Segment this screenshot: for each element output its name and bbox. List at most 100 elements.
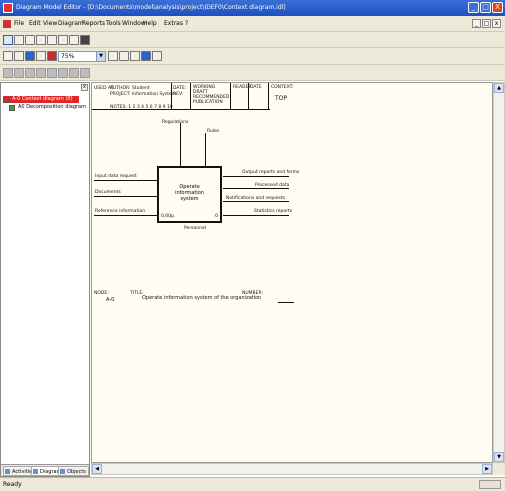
menu-edit[interactable]: Edit bbox=[29, 20, 41, 27]
text-tool-icon[interactable] bbox=[47, 35, 57, 45]
vertical-scrollbar[interactable]: ▲ ▼ bbox=[493, 82, 505, 463]
context-label: CONTEXT: bbox=[271, 85, 294, 90]
align-middle-icon[interactable] bbox=[47, 68, 57, 78]
node-value: A-0 bbox=[106, 297, 115, 303]
scroll-down-icon[interactable]: ▼ bbox=[494, 452, 504, 462]
project-label: PROJECT: Information System bbox=[110, 92, 177, 97]
arrow-tool-icon[interactable] bbox=[25, 35, 35, 45]
zoom-combo-value: 75% bbox=[61, 53, 75, 60]
output-label-3: Notifications and requests bbox=[226, 196, 285, 201]
tree-item-context[interactable]: A-0 Context diagram (0) bbox=[3, 96, 79, 103]
model-mart-icon[interactable] bbox=[130, 51, 140, 61]
menu-extras[interactable]: Extras bbox=[164, 20, 183, 27]
pointer-tool-icon[interactable] bbox=[3, 35, 13, 45]
title-bar: Diagram Model Editor - [D:\Documents\mod… bbox=[0, 0, 505, 16]
output-arrow-3 bbox=[223, 201, 289, 202]
activity-name-line3: system bbox=[180, 196, 199, 202]
scroll-right-icon[interactable]: ▶ bbox=[482, 464, 492, 474]
date2-label: DATE bbox=[250, 85, 262, 90]
menu-reports[interactable]: Reports bbox=[82, 20, 105, 27]
scroll-left-icon[interactable]: ◀ bbox=[92, 464, 102, 474]
control-arrow-2 bbox=[205, 133, 206, 166]
help-icon[interactable] bbox=[141, 51, 151, 61]
explorer-tabs: Activities Diagrams Objects bbox=[1, 464, 89, 476]
print-icon[interactable] bbox=[36, 51, 46, 61]
align-center-icon[interactable] bbox=[14, 68, 24, 78]
tools-toolbar bbox=[0, 32, 505, 48]
context-top: TOP bbox=[275, 95, 288, 102]
menu-bar: File Edit View Diagram Reports Tools Win… bbox=[0, 16, 505, 32]
menu-view[interactable]: View bbox=[43, 20, 57, 27]
standard-toolbar: 75% ▼ bbox=[0, 48, 505, 65]
input-arrow-1 bbox=[94, 180, 157, 181]
chevron-down-icon[interactable]: ▼ bbox=[96, 52, 105, 61]
number-label: NUMBER: bbox=[242, 291, 263, 296]
input-label-2: Documents bbox=[95, 190, 121, 195]
diagrams-icon bbox=[33, 469, 38, 474]
align-top-icon[interactable] bbox=[36, 68, 46, 78]
new-icon[interactable] bbox=[3, 51, 13, 61]
activity-box[interactable]: Operate information system 0 0,00р. bbox=[157, 166, 222, 223]
output-label-4: Statistics reports bbox=[254, 209, 293, 214]
output-arrow-2 bbox=[223, 188, 289, 189]
minimize-button[interactable]: _ bbox=[468, 2, 479, 13]
same-height-icon[interactable] bbox=[80, 68, 90, 78]
align-right-icon[interactable] bbox=[25, 68, 35, 78]
alignment-toolbar bbox=[0, 65, 505, 81]
diagram-icon bbox=[9, 105, 15, 111]
tab-label: Objects bbox=[67, 469, 86, 475]
report-icon[interactable] bbox=[152, 51, 162, 61]
node-label: NODE: bbox=[94, 291, 109, 296]
input-arrow-2 bbox=[94, 196, 157, 197]
control-label-1: Regulations bbox=[162, 120, 189, 125]
status-publication: PUBLICATION bbox=[193, 100, 223, 105]
zoom-combo[interactable]: 75% ▼ bbox=[58, 51, 106, 62]
activities-icon bbox=[5, 469, 10, 474]
close-button[interactable]: X bbox=[492, 2, 503, 13]
align-bottom-icon[interactable] bbox=[58, 68, 68, 78]
status-bar: Ready bbox=[0, 477, 505, 491]
align-left-icon[interactable] bbox=[3, 68, 13, 78]
activity-cost: 0,00р. bbox=[161, 214, 176, 219]
maximize-button[interactable]: □ bbox=[480, 2, 491, 13]
zoom-in-icon[interactable] bbox=[108, 51, 118, 61]
input-label-3: Reference information bbox=[95, 209, 146, 214]
model-explorer-icon[interactable] bbox=[47, 51, 57, 61]
menu-question[interactable]: ? bbox=[185, 20, 188, 27]
tree-item-decomposition[interactable]: A0 Decomposition diagram bbox=[9, 104, 86, 111]
scroll-corner bbox=[493, 463, 505, 475]
save-icon[interactable] bbox=[25, 51, 35, 61]
diagram-navigator-icon[interactable] bbox=[69, 35, 79, 45]
output-label-2: Processed data bbox=[255, 183, 290, 188]
tree-item-label: A-0 Context diagram (0) bbox=[12, 96, 73, 102]
diagram-canvas[interactable]: USED AT: AUTHOR: Student PROJECT: Inform… bbox=[91, 82, 493, 463]
tab-objects[interactable]: Objects bbox=[58, 466, 89, 476]
off-page-reference-icon[interactable] bbox=[58, 35, 68, 45]
go-to-child-icon[interactable] bbox=[80, 35, 90, 45]
control-arrow-1 bbox=[180, 123, 181, 166]
status-text: Ready bbox=[3, 481, 22, 488]
mdi-minimize-button[interactable]: _ bbox=[472, 19, 481, 28]
input-arrow-3 bbox=[94, 215, 157, 216]
mdi-restore-button[interactable]: □ bbox=[482, 19, 491, 28]
close-icon[interactable]: x bbox=[81, 84, 88, 91]
status-panel bbox=[479, 480, 501, 489]
mdi-close-button[interactable]: x bbox=[492, 19, 501, 28]
menu-tools[interactable]: Tools bbox=[106, 20, 121, 27]
menu-diagram[interactable]: Diagram bbox=[58, 20, 84, 27]
objects-icon bbox=[60, 469, 65, 474]
menu-file[interactable]: File bbox=[14, 20, 24, 27]
date-label: DATE: bbox=[173, 86, 187, 91]
window-title: Diagram Model Editor - [D:\Documents\mod… bbox=[16, 4, 286, 11]
horizontal-scrollbar[interactable]: ◀ ▶ bbox=[91, 463, 493, 475]
menu-help[interactable]: Help bbox=[143, 20, 157, 27]
output-arrow-4 bbox=[223, 215, 289, 216]
same-width-icon[interactable] bbox=[69, 68, 79, 78]
zoom-out-icon[interactable] bbox=[119, 51, 129, 61]
open-icon[interactable] bbox=[14, 51, 24, 61]
scroll-up-icon[interactable]: ▲ bbox=[494, 83, 504, 93]
mechanism-label: Personnel bbox=[184, 226, 206, 231]
squiggle-tool-icon[interactable] bbox=[36, 35, 46, 45]
document-icon[interactable] bbox=[3, 20, 11, 28]
activity-box-tool-icon[interactable] bbox=[14, 35, 24, 45]
